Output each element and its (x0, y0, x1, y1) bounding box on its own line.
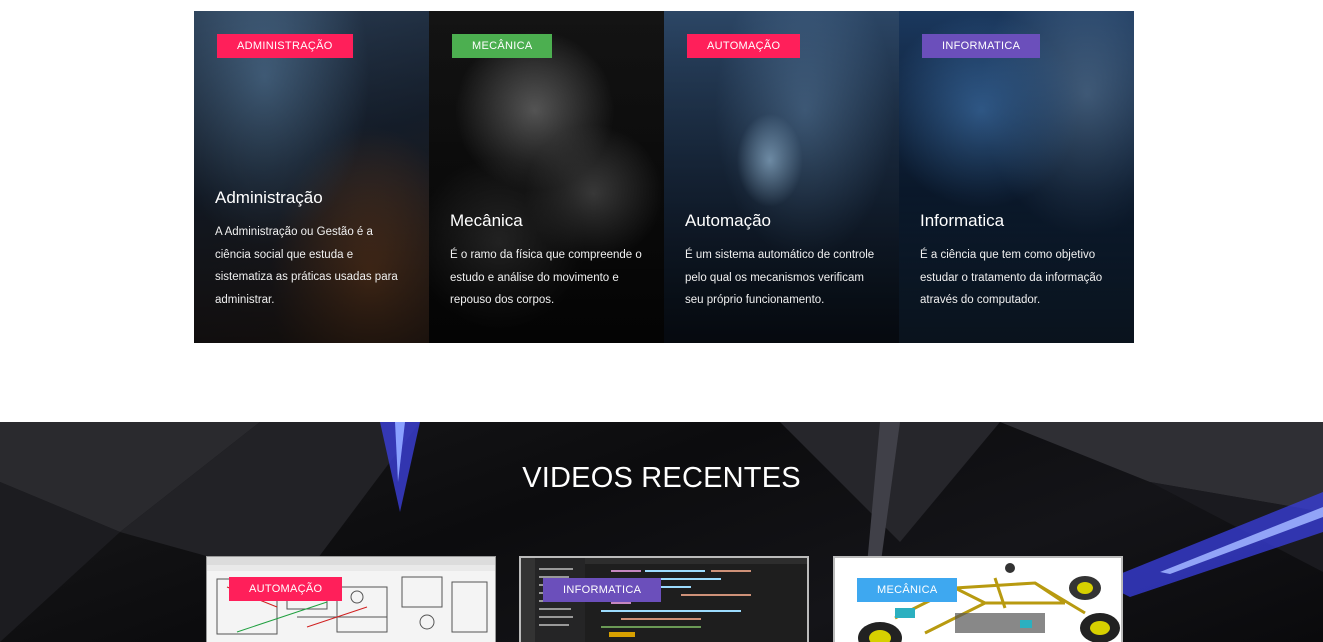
card-description: É a ciência que tem como objetivo estuda… (920, 249, 1103, 306)
category-cards: ADMINISTRAÇÃO Administração A Administra… (194, 11, 1134, 343)
card-description: A Administração ou Gestão é a ciência so… (215, 226, 398, 306)
video-badge[interactable]: MECÂNICA (857, 578, 958, 602)
card-title: Automação (685, 211, 771, 230)
video-badge[interactable]: AUTOMAÇÃO (229, 577, 343, 601)
category-card-mecanica[interactable]: MECÂNICA Mecânica É o ramo da física que… (429, 11, 664, 343)
card-description: É um sistema automático de controle pelo… (685, 249, 875, 306)
card-title: Administração (215, 188, 323, 207)
video-thumbnail-informatica[interactable]: INFORMATICA (519, 556, 809, 642)
video-badge[interactable]: INFORMATICA (543, 578, 662, 602)
card-title: Mecânica (450, 211, 523, 230)
category-badge[interactable]: ADMINISTRAÇÃO (217, 34, 353, 58)
section-title: VIDEOS RECENTES (522, 462, 801, 494)
video-thumbnail-automacao[interactable]: AUTOMAÇÃO (206, 556, 496, 642)
card-title: Informatica (920, 211, 1005, 230)
category-card-automacao[interactable]: AUTOMAÇÃO Automação É um sistema automát… (664, 11, 899, 343)
category-card-administracao[interactable]: ADMINISTRAÇÃO Administração A Administra… (194, 11, 429, 343)
category-badge[interactable]: MECÂNICA (452, 34, 553, 58)
recent-videos-section: VIDEOS RECENTES AUTOMAÇÃO INFORMATICA ME… (0, 422, 1323, 642)
video-thumbnail-mecanica[interactable]: MECÂNICA (833, 556, 1123, 642)
category-card-informatica[interactable]: INFORMATICA Informatica É a ciência que … (899, 11, 1134, 343)
card-description: É o ramo da física que compreende o estu… (450, 249, 642, 306)
category-badge[interactable]: AUTOMAÇÃO (687, 34, 801, 58)
category-badge[interactable]: INFORMATICA (922, 34, 1041, 58)
